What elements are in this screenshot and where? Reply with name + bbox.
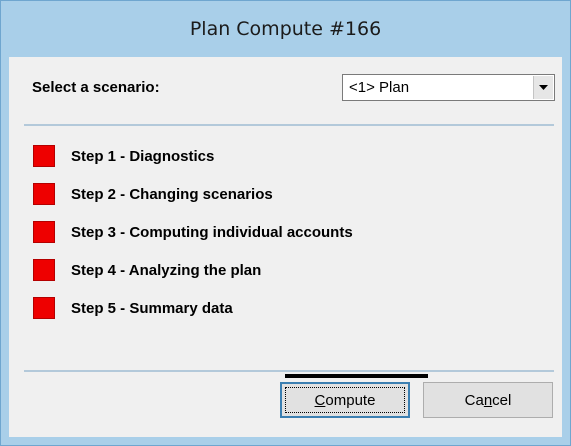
cancel-label-start: Ca (464, 391, 484, 409)
status-square-icon (33, 183, 55, 205)
step-label: Step 1 - Diagnostics (71, 147, 215, 165)
scenario-dropdown-button[interactable] (533, 76, 553, 99)
compute-label-rest: ompute (325, 391, 376, 409)
step-item-1: Step 1 - Diagnostics (33, 137, 353, 175)
compute-button-label: Compute (315, 392, 376, 409)
compute-button[interactable]: Compute (280, 382, 410, 418)
separator-bottom (24, 370, 554, 372)
cancel-button-label: Cancel (465, 392, 512, 409)
dialog-body: Select a scenario: <1> Plan Step 1 - Dia… (9, 57, 562, 437)
scenario-label: Select a scenario: (32, 79, 160, 96)
step-item-4: Step 4 - Analyzing the plan (33, 251, 353, 289)
step-label: Step 5 - Summary data (71, 299, 233, 317)
compute-mnemonic: C (314, 391, 326, 409)
step-label: Step 2 - Changing scenarios (71, 185, 273, 203)
plan-compute-dialog: Plan Compute #166 Select a scenario: <1>… (0, 0, 571, 446)
title-bar[interactable]: Plan Compute #166 (1, 1, 570, 57)
step-label: Step 3 - Computing individual accounts (71, 223, 353, 241)
status-square-icon (33, 145, 55, 167)
separator-top (24, 124, 554, 126)
step-item-2: Step 2 - Changing scenarios (33, 175, 353, 213)
status-square-icon (33, 221, 55, 243)
scenario-select[interactable]: <1> Plan (342, 74, 555, 101)
step-item-3: Step 3 - Computing individual accounts (33, 213, 353, 251)
cancel-button[interactable]: Cancel (423, 382, 553, 418)
chevron-down-icon (539, 84, 548, 90)
cancel-label-rest: cel (492, 391, 512, 409)
step-label: Step 4 - Analyzing the plan (71, 261, 262, 279)
status-square-icon (33, 297, 55, 319)
steps-list: Step 1 - Diagnostics Step 2 - Changing s… (33, 137, 353, 327)
window-title: Plan Compute #166 (189, 18, 382, 40)
cancel-mnemonic: n (483, 391, 493, 409)
scenario-select-value: <1> Plan (349, 79, 410, 96)
progress-indicator-bar (285, 374, 428, 378)
status-square-icon (33, 259, 55, 281)
step-item-5: Step 5 - Summary data (33, 289, 353, 327)
